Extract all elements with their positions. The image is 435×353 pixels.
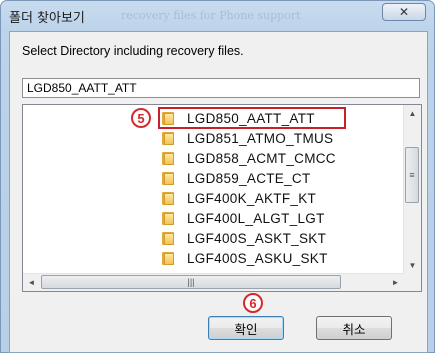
step-6-badge: 6 <box>243 293 263 313</box>
scrollbar-corner <box>404 274 421 291</box>
grip-icon: ≡ <box>409 170 415 180</box>
tree-item-label: LGF400K_AKTF_KT <box>187 190 317 206</box>
prompt-text: Select Directory including recovery file… <box>22 44 244 58</box>
horizontal-scroll-thumb[interactable]: ||| <box>41 275 341 289</box>
tree-item-label: LGD858_ACMT_CMCC <box>187 150 336 166</box>
folder-icon <box>161 131 175 145</box>
horizontal-scrollbar[interactable]: ◄ ||| ► <box>23 273 404 291</box>
vertical-scroll-thumb[interactable]: ≡ <box>405 147 419 203</box>
folder-path-field[interactable]: LGD850_AATT_ATT <box>22 78 420 98</box>
grip-icon: ||| <box>187 277 195 287</box>
folder-icon <box>161 151 175 165</box>
title-bar[interactable]: 폴더 찾아보기 recovery files for Phone support… <box>1 1 434 31</box>
tree-item-label: LGF400S_ASKU_SKT <box>187 250 328 266</box>
tree-item-label: LGF400S_ASKT_SKT <box>187 230 327 246</box>
tree-item-lgf400s-askt[interactable]: LGF400S_ASKT_SKT <box>161 228 326 248</box>
scroll-left-icon[interactable]: ◄ <box>23 274 40 291</box>
folder-icon <box>161 251 175 265</box>
tree-item-label: LGD859_ACTE_CT <box>187 170 311 186</box>
tree-item-lgd859[interactable]: LGD859_ACTE_CT <box>161 168 311 188</box>
vertical-scrollbar[interactable]: ▲ ≡ ▼ <box>403 105 421 274</box>
dialog-body: Select Directory including recovery file… <box>9 31 428 353</box>
tree-item-label: LGD851_ATMO_TMUS <box>187 130 334 146</box>
background-window-text: recovery files for Phone support <box>121 9 301 22</box>
folder-tree[interactable]: LGD850_AATT_ATT LGD851_ATMO_TMUS LGD858_… <box>22 104 422 292</box>
folder-icon <box>161 191 175 205</box>
close-icon: ✕ <box>398 5 410 19</box>
cancel-button[interactable]: 취소 <box>316 316 392 340</box>
tree-item-lgf400k[interactable]: LGF400K_AKTF_KT <box>161 188 316 208</box>
folder-icon <box>161 211 175 225</box>
selection-highlight-box <box>158 107 346 129</box>
folder-icon <box>161 171 175 185</box>
close-button[interactable]: ✕ <box>382 3 426 21</box>
tree-item-label: LGF400L_ALGT_LGT <box>187 210 325 226</box>
folder-icon <box>161 231 175 245</box>
tree-item-lgf400l[interactable]: LGF400L_ALGT_LGT <box>161 208 325 228</box>
scroll-down-icon[interactable]: ▼ <box>404 257 421 274</box>
scroll-right-icon[interactable]: ► <box>387 274 404 291</box>
scroll-up-icon[interactable]: ▲ <box>404 105 421 122</box>
tree-item-lgd858[interactable]: LGD858_ACMT_CMCC <box>161 148 336 168</box>
tree-item-lgf400s-asku[interactable]: LGF400S_ASKU_SKT <box>161 248 328 268</box>
tree-item-lgd851[interactable]: LGD851_ATMO_TMUS <box>161 128 333 148</box>
window-title: 폴더 찾아보기 <box>9 11 85 26</box>
ok-button[interactable]: 확인 <box>208 316 284 340</box>
step-5-badge: 5 <box>131 108 151 128</box>
folder-browser-dialog: 폴더 찾아보기 recovery files for Phone support… <box>0 0 435 353</box>
